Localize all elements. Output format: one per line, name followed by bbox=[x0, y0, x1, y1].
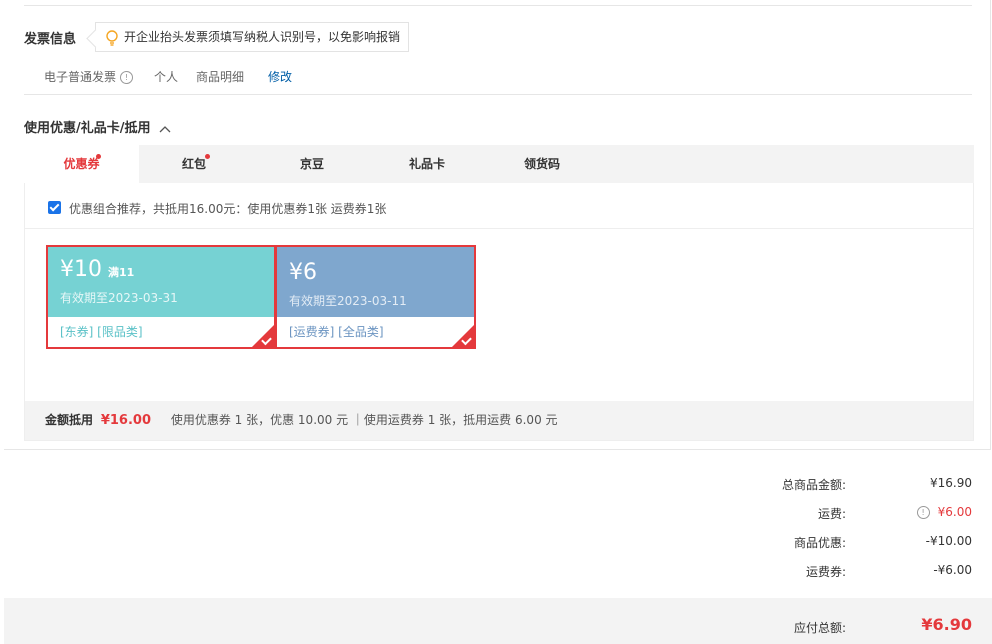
payable-value: ¥6.90 bbox=[921, 615, 972, 634]
tab-label: 优惠券 bbox=[63, 157, 100, 171]
tab-label: 红包 bbox=[181, 157, 206, 171]
tab-red-packet[interactable]: 红包 bbox=[139, 145, 249, 183]
info-icon[interactable]: ! bbox=[916, 506, 930, 519]
invoice-type-label: 电子普通发票 bbox=[44, 70, 117, 84]
invoice-tip-text: 开企业抬头发票须填写纳税人识别号，以免影响报销 bbox=[124, 30, 401, 44]
coupon-face: ¥6 有效期至2023-03-11 bbox=[277, 247, 474, 317]
notification-dot bbox=[96, 154, 101, 159]
total-goods-row: 总商品金额: ¥16.90 bbox=[0, 476, 992, 496]
coupon-validity: 有效期至2023-03-31 bbox=[60, 291, 178, 305]
info-icon[interactable]: ! bbox=[120, 71, 134, 84]
summary-detail: 使用优惠券 1 张，优惠 10.00 元 ｜使用运费券 1 张，抵用运费 6.0… bbox=[170, 413, 558, 427]
notification-dot bbox=[205, 154, 210, 159]
coupon-validity: 有效期至2023-03-11 bbox=[289, 294, 407, 308]
invoice-type: 电子普通发票! bbox=[44, 68, 134, 85]
combo-recommend[interactable]: 优惠组合推荐，共抵用16.00元：使用优惠券1张 运费券1张 bbox=[48, 200, 386, 217]
total-goods-value: ¥16.90 bbox=[930, 476, 972, 490]
coupon-amount: ¥10 满11 bbox=[60, 257, 135, 282]
shipping-coupon-label: 运费券: bbox=[805, 565, 846, 579]
lightbulb-icon bbox=[106, 30, 118, 46]
payable-label: 应付总额: bbox=[793, 621, 846, 635]
invoice-title: 发票信息 bbox=[24, 32, 77, 47]
summary-label: 金额抵用 bbox=[45, 413, 94, 427]
top-divider bbox=[24, 5, 972, 6]
tab-jingdou[interactable]: 京豆 bbox=[257, 145, 367, 183]
discount-title: 使用优惠/礼品卡/抵用 bbox=[24, 121, 151, 136]
coupon-card[interactable]: ¥10 满11 有效期至2023-03-31 [东券] [限品类] bbox=[46, 245, 276, 349]
combo-divider bbox=[25, 228, 973, 229]
total-goods-label: 总商品金额: bbox=[781, 478, 846, 492]
coupon-tags: [运费券] [全品类] bbox=[289, 325, 384, 339]
shipping-value: ¥6.00 bbox=[937, 505, 972, 519]
section-divider bbox=[24, 94, 972, 95]
invoice-content: 商品明细 bbox=[196, 70, 245, 84]
coupon-tags: [东券] [限品类] bbox=[60, 325, 143, 339]
goods-discount-label: 商品优惠: bbox=[793, 536, 846, 550]
discount-summary: 金额抵用 ¥16.00 使用优惠券 1 张，优惠 10.00 元 ｜使用运费券 … bbox=[25, 401, 973, 440]
goods-discount-value: -¥10.00 bbox=[925, 534, 972, 548]
shipping-row: 运费: ! ¥6.00 bbox=[0, 505, 992, 525]
invoice-title-type: 个人 bbox=[154, 70, 179, 84]
shipping-coupon-row: 运费券: -¥6.00 bbox=[0, 563, 992, 583]
coupon-face: ¥10 满11 有效期至2023-03-31 bbox=[48, 247, 274, 317]
summary-amount: ¥16.00 bbox=[100, 413, 152, 428]
goods-discount-row: 商品优惠: -¥10.00 bbox=[0, 534, 992, 554]
discount-section-header[interactable]: 使用优惠/礼品卡/抵用 bbox=[24, 117, 171, 136]
coupon-amount: ¥6 bbox=[289, 260, 317, 285]
discount-tabs: 优惠券 红包 京豆 礼品卡 领货码 bbox=[24, 145, 974, 183]
tab-gift-card[interactable]: 礼品卡 bbox=[372, 145, 482, 183]
combo-text: 优惠组合推荐，共抵用16.00元：使用优惠券1张 运费券1张 bbox=[69, 202, 387, 216]
combo-checkbox[interactable] bbox=[48, 201, 61, 214]
coupon-condition: 满11 bbox=[108, 266, 135, 279]
invoice-edit-link[interactable]: 修改 bbox=[268, 68, 292, 85]
shipping-value-wrap: ! ¥6.00 bbox=[913, 505, 972, 519]
shipping-coupon-value: -¥6.00 bbox=[933, 563, 972, 577]
coupon-card[interactable]: ¥6 有效期至2023-03-11 [运费券] [全品类] bbox=[275, 245, 476, 349]
invoice-tip: 开企业抬头发票须填写纳税人识别号，以免影响报销 bbox=[95, 22, 409, 52]
shipping-label: 运费: bbox=[817, 507, 846, 521]
tab-pickup-code[interactable]: 领货码 bbox=[487, 145, 597, 183]
payable-row: 应付总额: ¥6.90 bbox=[0, 615, 992, 639]
chevron-up-icon[interactable] bbox=[159, 125, 171, 133]
tab-coupons[interactable]: 优惠券 bbox=[24, 145, 139, 183]
